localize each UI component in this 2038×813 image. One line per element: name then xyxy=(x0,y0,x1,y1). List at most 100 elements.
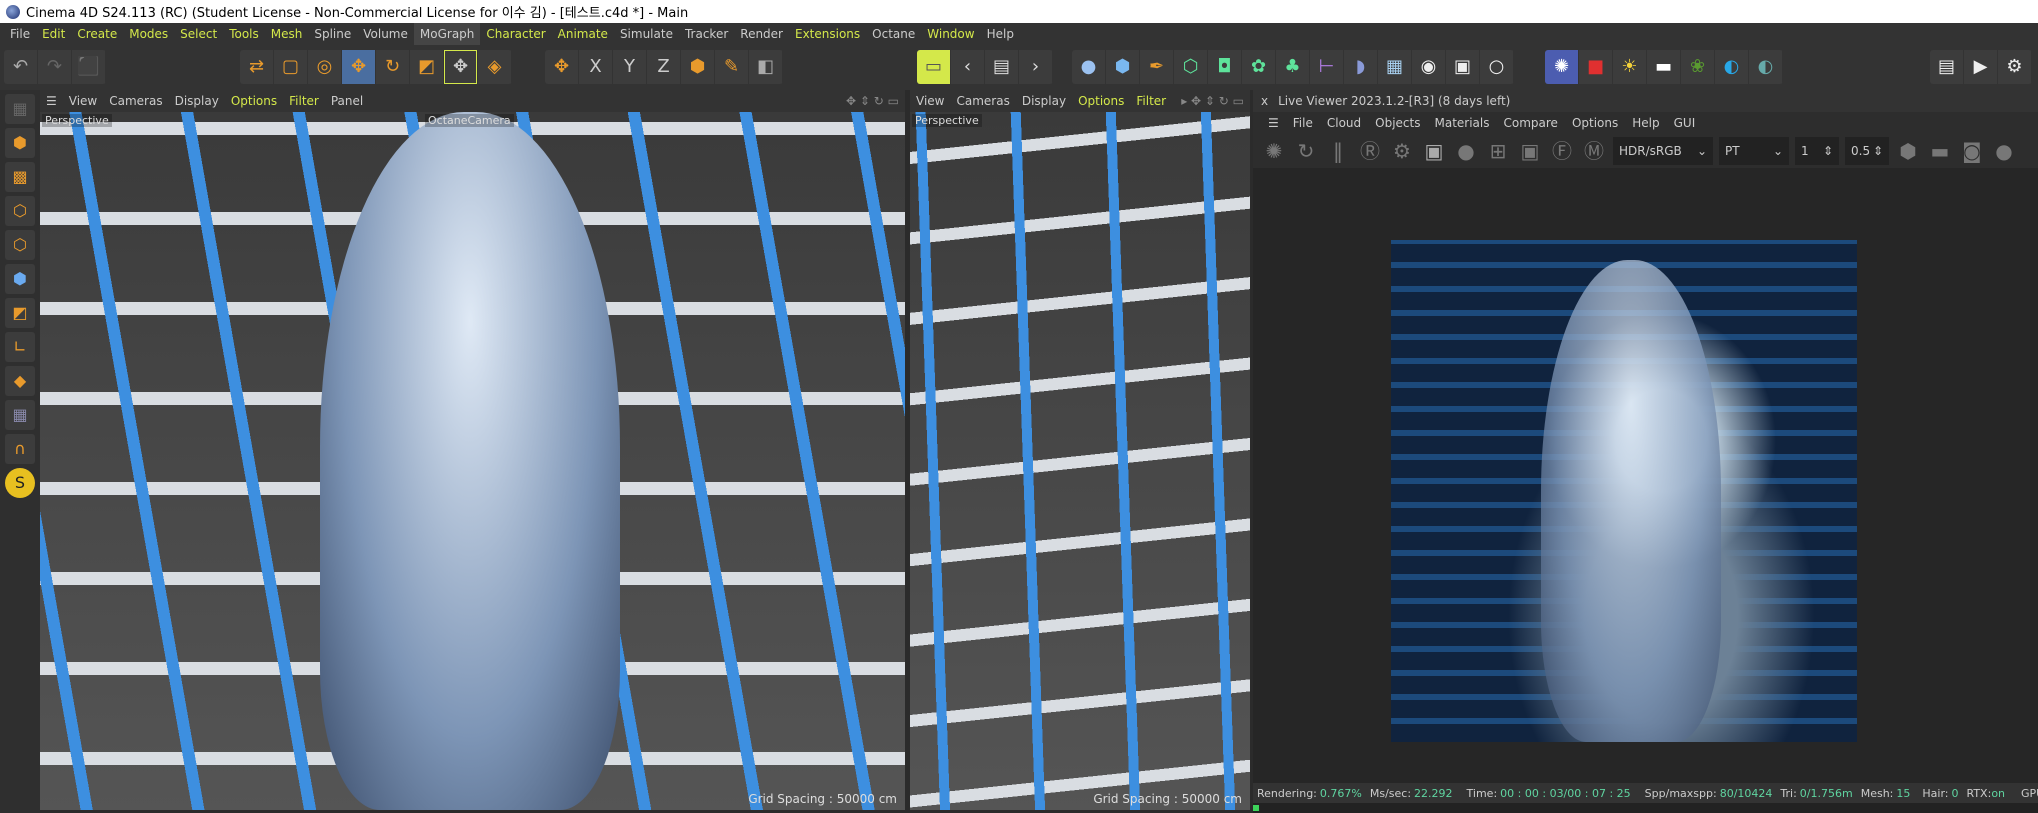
lv-menu-file[interactable]: File xyxy=(1286,116,1320,130)
coordinate-system-icon[interactable]: ⬢ xyxy=(681,50,715,84)
box-icon[interactable]: ▣ xyxy=(1517,138,1543,164)
viewport2[interactable]: Perspective Grid Spacing : 50000 cm xyxy=(910,112,1250,810)
menu-help[interactable]: Help xyxy=(981,23,1020,45)
menu-extensions[interactable]: Extensions xyxy=(789,23,866,45)
vp1-menu-filter[interactable]: Filter xyxy=(283,94,325,108)
vp1-menu-panel[interactable]: Panel xyxy=(325,94,369,108)
y-axis-icon[interactable]: Y xyxy=(613,50,647,84)
edge-mode-icon[interactable]: ⬡ xyxy=(5,230,35,260)
null-icon[interactable]: ● xyxy=(1072,50,1106,84)
scale-icon[interactable]: ◩ xyxy=(410,50,444,84)
menu-create[interactable]: Create xyxy=(71,23,123,45)
axis-mode-icon[interactable]: ∟ xyxy=(5,332,35,362)
restart-icon[interactable]: ↻ xyxy=(1293,138,1319,164)
workplane-icon[interactable]: ◧ xyxy=(749,50,783,84)
vp1-menu-options[interactable]: Options xyxy=(225,94,283,108)
uv-mode-icon[interactable]: ◩ xyxy=(5,298,35,328)
settings-gear-icon[interactable]: ⚙ xyxy=(1389,138,1415,164)
mograph-icon[interactable]: ♣ xyxy=(1276,50,1310,84)
octane-icon[interactable]: ✺ xyxy=(1545,50,1579,84)
vp1-menu-view[interactable]: View xyxy=(63,94,103,108)
picture-viewer-icon[interactable]: ▤ xyxy=(985,50,1019,84)
viewport-menu-icon[interactable]: ☰ xyxy=(40,94,63,108)
brush-icon[interactable]: ✎ xyxy=(715,50,749,84)
add-icon[interactable]: ⊞ xyxy=(1485,138,1511,164)
menu-file[interactable]: File xyxy=(4,23,36,45)
cube-icon[interactable]: ⬢ xyxy=(1106,50,1140,84)
rect-icon[interactable]: ▬ xyxy=(1927,138,1953,164)
hexagon-icon[interactable]: ⬢ xyxy=(1895,138,1921,164)
material-picker-icon[interactable]: Ⓜ xyxy=(1581,138,1607,164)
menu-edit[interactable]: Edit xyxy=(36,23,71,45)
region-icon[interactable]: Ⓡ xyxy=(1357,138,1383,164)
viewport1[interactable]: Perspective OctaneCamera Grid Spacing : … xyxy=(40,112,905,810)
kernel-select[interactable]: PT ⌄ xyxy=(1719,137,1789,165)
deformer-icon[interactable]: ⊢ xyxy=(1310,50,1344,84)
menu-render[interactable]: Render xyxy=(734,23,789,45)
lv-menu-help[interactable]: Help xyxy=(1625,116,1666,130)
rect-select-icon[interactable]: ▢ xyxy=(274,50,308,84)
lv-menu-options[interactable]: Options xyxy=(1565,116,1625,130)
lv-menu-compare[interactable]: Compare xyxy=(1497,116,1565,130)
vp2-menu-filter[interactable]: Filter xyxy=(1130,94,1172,108)
focus-picker-icon[interactable]: Ⓕ xyxy=(1549,138,1575,164)
render-icon[interactable]: ▶ xyxy=(1964,50,1998,84)
close-icon[interactable]: x xyxy=(1261,94,1268,108)
menu-mesh[interactable]: Mesh xyxy=(265,23,309,45)
viewport-nav-icons[interactable]: ✥ ⇕ ↻ ▭ xyxy=(840,94,905,108)
menu-animate[interactable]: Animate xyxy=(552,23,614,45)
x-axis-icon[interactable]: X xyxy=(579,50,613,84)
lv-menu-cloud[interactable]: Cloud xyxy=(1320,116,1368,130)
tag-icon[interactable]: ▣ xyxy=(1446,50,1480,84)
menu-tracker[interactable]: Tracker xyxy=(679,23,734,45)
octane-mix-icon[interactable]: ◐ xyxy=(1749,50,1783,84)
value1-stepper[interactable]: 1 ⇕ xyxy=(1795,137,1839,165)
vp1-menu-display[interactable]: Display xyxy=(169,94,225,108)
octane-start-icon[interactable]: ✺ xyxy=(1261,138,1287,164)
polygon-mode-icon[interactable]: ⬢ xyxy=(5,264,35,294)
menu-volume[interactable]: Volume xyxy=(357,23,414,45)
axis-icon[interactable]: ✥ xyxy=(545,50,579,84)
model-mode-icon[interactable]: ▦ xyxy=(5,94,35,124)
sphere-icon[interactable]: ● xyxy=(1453,138,1479,164)
octane-arealight-icon[interactable]: ▬ xyxy=(1647,50,1681,84)
camera-icon[interactable]: ◉ xyxy=(1412,50,1446,84)
forward-icon[interactable]: › xyxy=(1019,50,1053,84)
lv-menu-gui[interactable]: GUI xyxy=(1667,116,1703,130)
pen-icon[interactable]: ✒ xyxy=(1140,50,1174,84)
back-icon[interactable]: ‹ xyxy=(951,50,985,84)
menu-tools[interactable]: Tools xyxy=(223,23,265,45)
rotate-icon[interactable]: ↻ xyxy=(376,50,410,84)
vp2-menu-display[interactable]: Display xyxy=(1016,94,1072,108)
live-selection-icon[interactable]: ⇄ xyxy=(240,50,274,84)
octane-material-icon[interactable]: ◐ xyxy=(1715,50,1749,84)
menu-window[interactable]: Window xyxy=(921,23,980,45)
make-editable-icon[interactable]: ⬛ xyxy=(72,50,106,84)
floor-icon[interactable]: ▦ xyxy=(1378,50,1412,84)
snap-icon[interactable]: ∩ xyxy=(5,434,35,464)
menu-mograph[interactable]: MoGraph xyxy=(413,23,481,45)
s-plugin-icon[interactable]: S xyxy=(5,468,35,498)
transform-icon[interactable]: ✥ xyxy=(444,50,478,84)
circle-icon[interactable]: ● xyxy=(1991,138,2017,164)
octane-daylight-icon[interactable]: ☀ xyxy=(1613,50,1647,84)
menu-modes[interactable]: Modes xyxy=(123,23,174,45)
vp2-menu-cameras[interactable]: Cameras xyxy=(950,94,1015,108)
lv-menu-objects[interactable]: Objects xyxy=(1368,116,1427,130)
vp1-menu-cameras[interactable]: Cameras xyxy=(103,94,168,108)
grid-icon[interactable]: ▦ xyxy=(5,400,35,430)
undo-icon[interactable]: ↶ xyxy=(4,50,38,84)
texture-mode-icon[interactable]: ▩ xyxy=(5,162,35,192)
cloner-icon[interactable]: ✿ xyxy=(1242,50,1276,84)
octane-camera-icon[interactable]: ■ xyxy=(1579,50,1613,84)
point-mode-icon[interactable]: ⬡ xyxy=(5,196,35,226)
placement-icon[interactable]: ◈ xyxy=(478,50,512,84)
menu-spline[interactable]: Spline xyxy=(308,23,357,45)
render-region-icon[interactable]: ▭ xyxy=(917,50,951,84)
light-icon[interactable]: ○ xyxy=(1480,50,1514,84)
menu-character[interactable]: Character xyxy=(480,23,551,45)
z-axis-icon[interactable]: Z xyxy=(647,50,681,84)
lv-menu-materials[interactable]: Materials xyxy=(1427,116,1496,130)
workplane-icon[interactable]: ◆ xyxy=(5,366,35,396)
lock-icon[interactable]: ▣ xyxy=(1421,138,1447,164)
